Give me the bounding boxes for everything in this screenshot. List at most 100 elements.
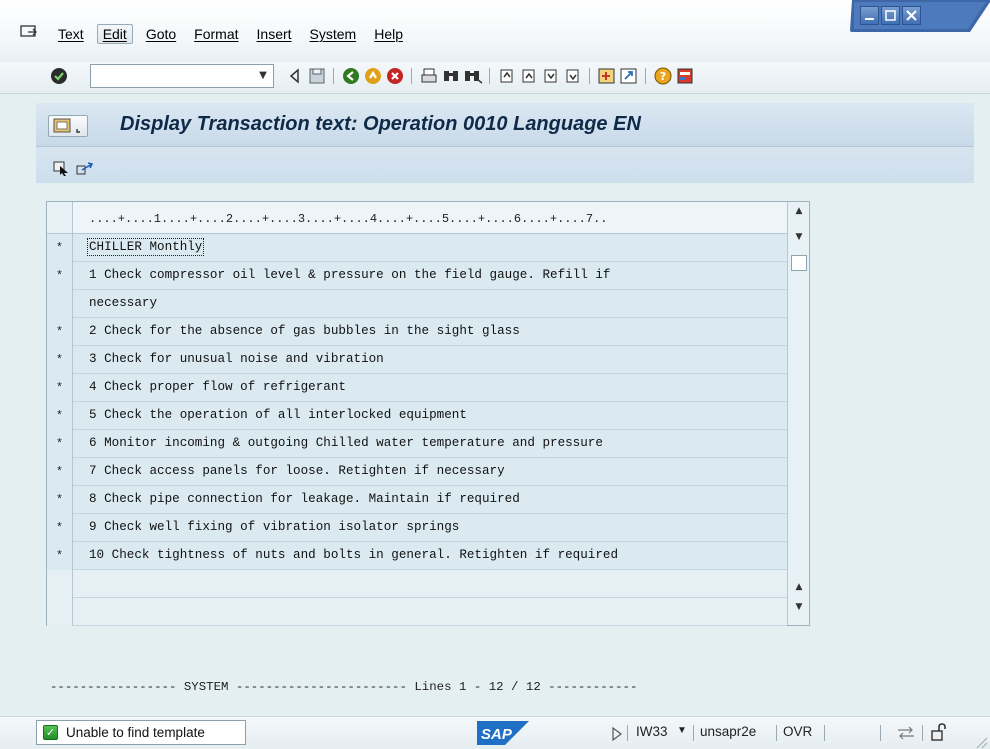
previous-page-icon[interactable] [519, 66, 539, 86]
scroll-up-icon[interactable]: ▲ [792, 204, 806, 218]
format-key[interactable] [47, 290, 73, 318]
last-page-icon[interactable] [563, 66, 583, 86]
row-text[interactable]: 9 Check well fixing of vibration isolato… [89, 520, 459, 534]
format-key[interactable] [47, 570, 73, 598]
scroll-page-up-icon[interactable]: ▲ [792, 580, 806, 594]
format-key[interactable]: * [47, 458, 73, 486]
editor-row[interactable]: * 3 Check for unusual noise and vibratio… [47, 346, 787, 374]
next-page-icon[interactable] [541, 66, 561, 86]
format-key[interactable]: * [47, 318, 73, 346]
menu-item-insert[interactable]: Insert [252, 25, 297, 43]
status-separator [627, 725, 628, 741]
create-session-icon[interactable] [597, 66, 617, 86]
maximize-button[interactable] [881, 6, 900, 25]
print-icon[interactable] [419, 66, 439, 86]
editor-row[interactable]: * 7 Check access panels for loose. Retig… [47, 458, 787, 486]
scroll-down-icon[interactable]: ▼ [792, 230, 806, 244]
back-arrow-icon[interactable] [285, 66, 305, 86]
select-icon[interactable] [53, 160, 71, 176]
menu-item-goto[interactable]: Goto [141, 25, 181, 43]
gui-options-button[interactable] [48, 115, 88, 137]
find-next-icon[interactable] [463, 66, 483, 86]
row-text[interactable]: 6 Monitor incoming & outgoing Chilled wa… [89, 436, 603, 450]
editor-row[interactable]: * 1 Check compressor oil level & pressur… [47, 262, 787, 290]
lock-icon [931, 723, 946, 741]
menu-item-edit[interactable]: Edit [96, 24, 133, 44]
toolbar-separator [489, 68, 490, 84]
menu-item-text[interactable]: Text [53, 25, 89, 43]
row-text[interactable]: 5 Check the operation of all interlocked… [89, 408, 467, 422]
format-key[interactable]: * [47, 346, 73, 374]
format-key[interactable]: * [47, 542, 73, 570]
format-key[interactable]: * [47, 402, 73, 430]
format-key[interactable]: * [47, 374, 73, 402]
row-text[interactable]: necessary [89, 296, 157, 310]
row-text[interactable]: 1 Check compressor oil level & pressure … [89, 268, 610, 282]
resize-grip-icon[interactable] [972, 733, 988, 749]
toolbar-separator [333, 68, 334, 84]
format-key[interactable]: * [47, 262, 73, 290]
enter-icon[interactable] [48, 65, 70, 87]
row-text[interactable]: CHILLER Monthly [86, 238, 205, 256]
format-key[interactable] [47, 598, 73, 626]
chevron-down-icon[interactable]: ▼ [255, 67, 271, 85]
row-text[interactable]: 8 Check pipe connection for leakage. Mai… [89, 492, 520, 506]
svg-text:?: ? [660, 70, 666, 83]
help-icon[interactable]: ? [653, 66, 673, 86]
shortcut-icon[interactable] [619, 66, 639, 86]
format-key[interactable]: * [47, 486, 73, 514]
cancel-icon[interactable] [385, 66, 405, 86]
menu-item-help[interactable]: Help [369, 25, 408, 43]
menu-item-system[interactable]: System [305, 25, 362, 43]
exit-icon[interactable] [363, 66, 383, 86]
editor-row[interactable] [47, 598, 787, 626]
row-text[interactable]: 10 Check tightness of nuts and bolts in … [89, 548, 618, 562]
connection-icon [898, 726, 914, 740]
transaction-dropdown-icon[interactable]: ▼ [677, 725, 687, 736]
text-editor[interactable]: ....+....1....+....2....+....3....+....4… [46, 201, 810, 626]
editor-row[interactable]: * CHILLER Monthly [47, 234, 787, 262]
format-key[interactable]: * [47, 234, 73, 262]
server-name: unsapr2e [700, 724, 757, 739]
back-icon[interactable] [341, 66, 361, 86]
menu-bar: Text Edit Goto Format Insert System Help [0, 0, 990, 62]
maximize-icon [885, 10, 896, 21]
editor-row[interactable]: * 9 Check well fixing of vibration isola… [47, 514, 787, 542]
menu-items: Text Edit Goto Format Insert System Help [53, 24, 416, 44]
editor-row[interactable]: * 10 Check tightness of nuts and bolts i… [47, 542, 787, 570]
row-text[interactable]: 2 Check for the absence of gas bubbles i… [89, 324, 520, 338]
insert-mode[interactable]: OVR [783, 724, 812, 739]
row-text[interactable]: 4 Check proper flow of refrigerant [89, 380, 346, 394]
first-page-icon[interactable] [497, 66, 517, 86]
row-text[interactable]: 7 Check access panels for loose. Retight… [89, 464, 505, 478]
menu-system-icon[interactable] [20, 24, 38, 40]
status-message[interactable]: ✓ Unable to find template [36, 720, 246, 745]
editor-row[interactable]: * 8 Check pipe connection for leakage. M… [47, 486, 787, 514]
editor-row[interactable]: * 4 Check proper flow of refrigerant [47, 374, 787, 402]
close-button[interactable] [902, 6, 921, 25]
transaction-code[interactable]: IW33 [636, 724, 668, 739]
find-icon[interactable] [441, 66, 461, 86]
layout-icon[interactable] [675, 66, 695, 86]
format-key[interactable]: * [47, 514, 73, 542]
transfer-icon[interactable] [76, 160, 94, 176]
status-bar: ✓ Unable to find template SAP IW33 ▼ uns… [0, 716, 990, 749]
scroll-thumb[interactable] [791, 255, 807, 271]
close-icon [906, 10, 917, 21]
svg-text:SAP: SAP [481, 726, 513, 743]
expand-status-icon[interactable] [611, 727, 623, 741]
save-icon[interactable] [307, 66, 327, 86]
editor-row[interactable]: * 6 Monitor incoming & outgoing Chilled … [47, 430, 787, 458]
editor-row[interactable]: * 2 Check for the absence of gas bubbles… [47, 318, 787, 346]
minimize-button[interactable] [860, 6, 879, 25]
row-text[interactable]: 3 Check for unusual noise and vibration [89, 352, 384, 366]
editor-row[interactable]: * 5 Check the operation of all interlock… [47, 402, 787, 430]
vertical-scrollbar[interactable]: ▲ ▼ ▲ ▼ [787, 202, 809, 625]
scroll-page-down-icon[interactable]: ▼ [792, 600, 806, 614]
format-key[interactable]: * [47, 430, 73, 458]
command-field[interactable]: ▼ [90, 64, 274, 88]
menu-item-format[interactable]: Format [189, 25, 243, 43]
editor-row[interactable] [47, 570, 787, 598]
ruler: ....+....1....+....2....+....3....+....4… [73, 202, 787, 234]
editor-row[interactable]: necessary [47, 290, 787, 318]
